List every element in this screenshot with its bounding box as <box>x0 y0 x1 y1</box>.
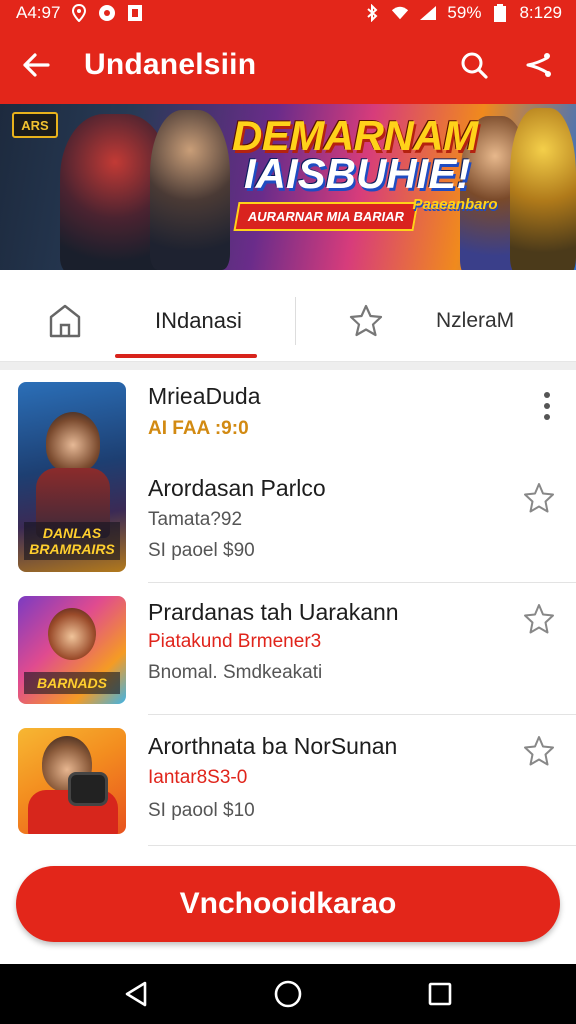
banner-armored-character <box>510 108 576 270</box>
favorite-button[interactable] <box>520 479 558 517</box>
nav-home-icon <box>274 980 302 1008</box>
banner-side-text: Paaeanbaro <box>412 196 498 213</box>
thumbnail-caption: BARNADS <box>24 672 120 694</box>
item-title[interactable]: Prardanas tah Uarakann <box>148 599 399 626</box>
item-price: SI paoel $90 <box>148 540 255 561</box>
item-subtitle: Iantar8S3-0 <box>148 767 248 788</box>
nav-back-icon <box>125 981 147 1007</box>
banner-badge: ARS <box>12 112 58 138</box>
battery-icon <box>491 4 509 22</box>
star-icon <box>349 304 383 336</box>
banner-companion-character <box>150 110 230 270</box>
search-icon <box>461 52 488 79</box>
item-meta: Tamata?92 <box>148 509 243 530</box>
system-nav-bar <box>0 964 576 1024</box>
nav-recents-icon <box>428 982 452 1006</box>
status-time: A4:97 <box>16 3 61 22</box>
app-notification-icon <box>126 4 144 22</box>
status-clock: 8:129 <box>519 3 562 22</box>
back-button[interactable] <box>16 45 56 85</box>
item-title[interactable]: Arordasan Parlco <box>148 475 326 502</box>
more-vert-dot <box>544 403 550 409</box>
back-arrow-icon <box>23 53 50 77</box>
more-vert-icon <box>544 392 550 398</box>
primary-action-button[interactable]: Vnchooidkarao <box>16 866 560 942</box>
list-divider <box>148 845 576 846</box>
star-icon <box>524 604 554 634</box>
favorite-button[interactable] <box>520 600 558 638</box>
item-title[interactable]: Arorthnata ba NorSunan <box>148 733 397 760</box>
active-tab-indicator <box>115 354 257 358</box>
list-item-thumbnail[interactable] <box>18 728 126 834</box>
banner-subtitle: IAISBUHIE! <box>244 150 471 197</box>
signal-icon <box>419 4 437 22</box>
favorite-button[interactable] <box>520 732 558 770</box>
thumbnail-hero-face <box>46 412 100 472</box>
star-icon <box>524 483 554 513</box>
nav-back-button[interactable] <box>116 974 156 1014</box>
camera-icon <box>68 772 108 806</box>
tab-indonesia[interactable]: INdanasi <box>130 280 295 362</box>
item-subtitle: AI FAA :9:0 <box>148 418 249 439</box>
star-icon <box>524 736 554 766</box>
tab-home[interactable] <box>0 280 130 362</box>
nav-home-button[interactable] <box>268 974 308 1014</box>
tab-bar: INdanasi NzleraM <box>0 280 576 362</box>
location-icon <box>70 4 88 22</box>
tab-favorites[interactable] <box>296 280 436 362</box>
page-title: Undanelsiin <box>84 48 257 81</box>
search-button[interactable] <box>452 43 496 87</box>
more-vert-dot <box>544 414 550 420</box>
list-item-thumbnail[interactable]: BARNADS <box>18 596 126 704</box>
app-bar: Undanelsiin <box>0 26 576 104</box>
list-item-thumbnail[interactable]: DANLAS BRAMRAIRS <box>18 382 126 572</box>
share-button[interactable] <box>516 43 560 87</box>
promo-banner[interactable]: ARS DEMARNAM IAISBUHIE! AURARNAR MIA BAR… <box>0 104 576 270</box>
share-icon <box>526 53 551 77</box>
bluetooth-icon <box>363 4 381 22</box>
tab-extra[interactable]: NzleraM <box>436 280 576 362</box>
section-separator <box>0 362 576 370</box>
thumbnail-caption: DANLAS BRAMRAIRS <box>24 522 120 560</box>
home-icon <box>49 304 81 337</box>
list-divider <box>148 714 576 715</box>
more-options-button[interactable] <box>532 386 562 426</box>
thumbnail-hero-face <box>48 608 96 660</box>
wifi-icon <box>391 4 409 22</box>
status-bar: A4:97 59% 8:129 <box>0 0 576 26</box>
item-price: SI paool $10 <box>148 800 255 821</box>
notification-icon <box>98 4 116 22</box>
tab-indonesia-label: INdanasi <box>155 307 242 333</box>
nav-recents-button[interactable] <box>420 974 460 1014</box>
tab-extra-label: NzleraM <box>436 308 515 332</box>
item-title[interactable]: MrieaDuda <box>148 383 261 410</box>
list-divider <box>148 582 576 583</box>
battery-percent: 59% <box>447 3 482 22</box>
item-subtitle: Piatakund Brmener3 <box>148 631 322 652</box>
item-meta: Bnomal. Smdkeakati <box>148 662 323 683</box>
